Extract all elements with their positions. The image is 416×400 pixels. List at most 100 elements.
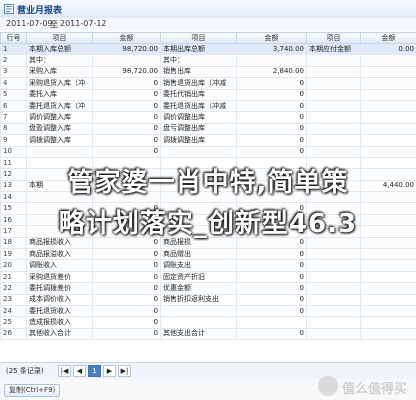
- date-separator: 至: [50, 20, 58, 29]
- table-row[interactable]: 22 委托调拨差价 0 优惠金额 0: [0, 282, 416, 295]
- pager: |◀ ◀ 1 ▶ ▶|: [58, 365, 131, 377]
- item-cell: 销售退货出库（冲减: [160, 77, 237, 90]
- item-cell: 其中：: [26, 54, 93, 67]
- copy-button[interactable]: 复制(Ctrl+F9): [4, 384, 61, 397]
- amount-cell: [360, 282, 416, 295]
- item-cell: [306, 88, 361, 101]
- amount-cell: [360, 122, 416, 136]
- row-number-cell: 1: [0, 42, 27, 56]
- item-cell: [306, 270, 361, 284]
- table-row[interactable]: 25 造成报损收入 0: [0, 316, 416, 329]
- column-header-amount[interactable]: 金额: [360, 32, 416, 44]
- row-number-cell: 22: [0, 282, 27, 295]
- item-cell: 其他收入合计: [26, 327, 93, 341]
- amount-cell: 3,740.00: [236, 42, 307, 56]
- last-page-button[interactable]: ▶|: [118, 365, 131, 377]
- row-number-cell: 24: [0, 304, 27, 318]
- item-cell: [306, 77, 361, 90]
- amount-cell: 0: [92, 111, 161, 124]
- table-row[interactable]: 10 0 0: [0, 145, 416, 158]
- amount-cell: 0: [236, 122, 307, 136]
- column-header-item[interactable]: 项目: [306, 32, 361, 44]
- row-number-cell: 5: [0, 88, 27, 101]
- amount-cell: [360, 145, 416, 158]
- amount-cell: [360, 316, 416, 329]
- item-cell: 商品赠出: [160, 248, 237, 261]
- item-cell: 委托入库: [26, 88, 93, 101]
- item-cell: 优惠金额: [160, 282, 237, 295]
- item-cell: 盘亏调整出库: [160, 122, 237, 136]
- table-row[interactable]: 23 成本调价收入 0 销售折扣返利支出 0: [0, 293, 416, 307]
- record-count: (25 条记录): [6, 367, 44, 375]
- column-header-amount[interactable]: 金额: [92, 32, 161, 44]
- item-cell: 其中：: [160, 54, 237, 67]
- amount-cell: [360, 270, 416, 284]
- amount-cell: 98,720.00: [92, 65, 161, 79]
- row-number-cell: 9: [0, 134, 27, 147]
- row-number-cell: 7: [0, 111, 27, 124]
- item-cell: [306, 304, 361, 318]
- page-1-button[interactable]: 1: [88, 365, 101, 377]
- item-cell: [306, 122, 361, 136]
- item-cell: 调拨调整入库: [26, 134, 93, 147]
- amount-cell: 0: [236, 88, 307, 101]
- date-range: 2011-07-09 至 2011-07-12: [0, 18, 416, 30]
- amount-cell: [360, 88, 416, 101]
- title-bar: 营业月报表: [0, 0, 416, 19]
- table-row[interactable]: 2 其中： 其中：: [0, 54, 416, 67]
- amount-cell: 0: [236, 99, 307, 113]
- item-cell: 销售折扣返利支出: [160, 293, 237, 307]
- item-cell: 固定资产折旧: [160, 270, 237, 284]
- table-row[interactable]: 7 调价调整入库 0 调价调整出库 0: [0, 111, 416, 124]
- amount-cell: 0.00: [360, 42, 416, 56]
- table-row[interactable]: 5 委托入库 0 委托代销出库 0: [0, 88, 416, 101]
- first-page-button[interactable]: |◀: [58, 365, 71, 377]
- amount-cell: 0: [236, 293, 307, 307]
- amount-cell: 2,840.00: [236, 65, 307, 79]
- column-header-amount[interactable]: 金额: [236, 32, 307, 44]
- item-cell: [306, 54, 361, 67]
- table-row[interactable]: 4 采购退货入库（冲 0 销售退货出库（冲减 0: [0, 77, 416, 90]
- prev-page-button[interactable]: ◀: [73, 365, 86, 377]
- column-header-row-number[interactable]: 行号: [0, 32, 27, 44]
- amount-cell: [360, 248, 416, 261]
- item-cell: [306, 145, 361, 158]
- table-row[interactable]: 6 委托退货入库（冲 0 委托退货出库（冲减 0: [0, 99, 416, 113]
- next-page-button[interactable]: ▶: [103, 365, 116, 377]
- amount-cell: 0: [236, 282, 307, 295]
- amount-cell: 0: [236, 304, 307, 318]
- watermark-text: 值么值得买: [342, 382, 408, 397]
- item-cell: 商品报溢收入: [26, 248, 93, 261]
- table-row[interactable]: 20 调账收入 0 调账支出 0: [0, 259, 416, 272]
- table-row[interactable]: 21 采购退货差价 0 固定资产折旧 0: [0, 270, 416, 284]
- amount-cell: 0: [92, 282, 161, 295]
- item-cell: 本期出库总额: [160, 42, 237, 56]
- amount-cell: [360, 259, 416, 272]
- table-row[interactable]: 24 委托退货收入 0 0: [0, 304, 416, 318]
- item-cell: 调价调整入库: [26, 111, 93, 124]
- amount-cell: 98,720.00: [92, 42, 161, 56]
- item-cell: 委托退货入库（冲: [26, 99, 93, 113]
- table-row[interactable]: 8 盘盈调整入库 0 盘亏调整出库 0: [0, 122, 416, 136]
- amount-cell: 0: [236, 327, 307, 341]
- item-cell: 销售出库: [160, 65, 237, 79]
- item-cell: 调拨调整出库: [160, 134, 237, 147]
- row-number-cell: 26: [0, 327, 27, 341]
- column-header-item[interactable]: 项目: [160, 32, 237, 44]
- item-cell: 成本调价收入: [26, 293, 93, 307]
- table-row[interactable]: 26 其他收入合计 0 其他支出合计 0: [0, 327, 416, 341]
- amount-cell: 0: [236, 145, 307, 158]
- item-cell: 其他支出合计: [160, 327, 237, 341]
- table-row[interactable]: 9 调拨调整入库 0 调拨调整出库 0: [0, 134, 416, 147]
- row-number-cell: 23: [0, 293, 27, 307]
- item-cell: 调账支出: [160, 259, 237, 272]
- amount-cell: 0: [92, 259, 161, 272]
- amount-cell: [236, 54, 307, 67]
- table-row[interactable]: 19 商品报溢收入 0 商品赠出 0: [0, 248, 416, 261]
- amount-cell: 0: [92, 327, 161, 341]
- table-row[interactable]: 3 采购入库 98,720.00 销售出库 2,840.00: [0, 65, 416, 79]
- table-row[interactable]: 1 本期入库总额 98,720.00 本期出库总额 3,740.00 本期应付金额 0.00: [0, 42, 416, 56]
- item-cell: 本期入库总额: [26, 42, 93, 56]
- column-header-item[interactable]: 项目: [26, 32, 93, 44]
- report-window: 营业月报表 2011-07-09 至 2011-07-12 行号 项目 金额 项…: [0, 0, 416, 400]
